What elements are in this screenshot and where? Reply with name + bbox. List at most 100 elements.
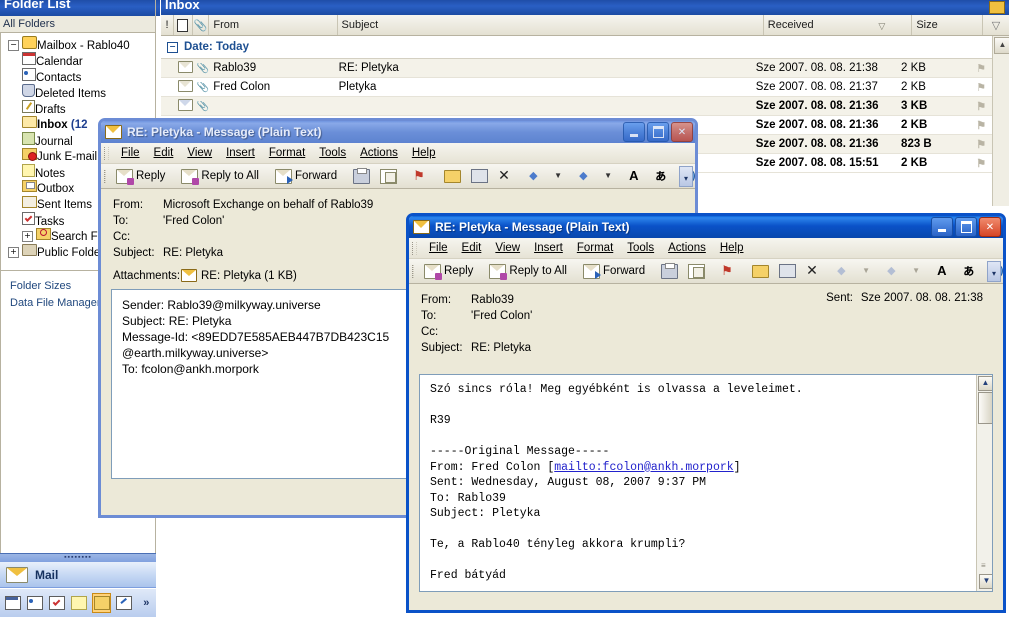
- menu-file[interactable]: File: [114, 144, 147, 162]
- flag-cell[interactable]: ⚑: [966, 81, 992, 94]
- tree-item-deleted-items[interactable]: Deleted Items: [0, 84, 155, 100]
- follow-up-button[interactable]: ⚑: [408, 166, 433, 186]
- attachment-column-header[interactable]: 📎: [193, 15, 210, 35]
- move-to-folder-button[interactable]: [747, 261, 774, 281]
- menu-insert[interactable]: Insert: [527, 239, 570, 257]
- scroll-down-button[interactable]: ▼: [979, 574, 992, 589]
- toolbar-overflow-button[interactable]: ▾: [679, 166, 693, 187]
- from-column-header[interactable]: From: [209, 15, 338, 35]
- menu-format[interactable]: Format: [570, 239, 620, 257]
- close-button[interactable]: ✕: [671, 122, 693, 142]
- calendar-module-button[interactable]: [3, 593, 22, 613]
- subject-column-header[interactable]: Subject: [338, 15, 764, 35]
- next-item-dropdown[interactable]: ▼: [907, 261, 932, 281]
- table-row[interactable]: 📎 Sze 2007. 08. 08. 21:36 3 KB ⚑: [161, 97, 992, 116]
- configure-buttons-button[interactable]: »: [137, 593, 156, 613]
- follow-up-button[interactable]: ⚑: [716, 261, 741, 281]
- delete-button[interactable]: ✕: [801, 261, 826, 281]
- move-to-folder-button[interactable]: [439, 166, 466, 186]
- previous-item-button[interactable]: ◆: [524, 166, 549, 186]
- font-size-button[interactable]: A: [932, 261, 957, 281]
- scroll-up-button[interactable]: ▲: [994, 37, 1009, 54]
- mail-module-button[interactable]: Mail: [0, 562, 156, 588]
- menu-edit[interactable]: Edit: [455, 239, 489, 257]
- expander-icon[interactable]: +: [8, 247, 19, 259]
- expander-icon[interactable]: +: [22, 231, 33, 243]
- expander-icon[interactable]: −: [8, 40, 19, 52]
- shortcuts-module-button[interactable]: [114, 593, 133, 613]
- toolbar-grip[interactable]: [412, 241, 417, 255]
- group-header-date-today[interactable]: − Date: Today: [161, 36, 992, 59]
- scroll-up-button[interactable]: ▲: [978, 376, 992, 391]
- flag-cell[interactable]: ⚑: [966, 157, 992, 170]
- tree-item-mailbox[interactable]: − Mailbox - Rablo40: [0, 36, 155, 52]
- menu-tools[interactable]: Tools: [620, 239, 661, 257]
- menu-help[interactable]: Help: [405, 144, 443, 162]
- toolbar-overflow-button[interactable]: ▾: [987, 261, 1001, 282]
- create-rule-button[interactable]: [774, 261, 801, 281]
- toolbar-grip[interactable]: [412, 264, 414, 278]
- reply-all-button[interactable]: Reply to All: [484, 261, 572, 281]
- menu-view[interactable]: View: [180, 144, 219, 162]
- flag-cell[interactable]: ⚑: [966, 119, 992, 132]
- group-collapse-icon[interactable]: −: [167, 41, 178, 53]
- table-row[interactable]: 📎 Rablo39 RE: Pletyka Sze 2007. 08. 08. …: [161, 59, 992, 78]
- phonetic-guide-button[interactable]: ぁ: [649, 166, 674, 186]
- minimize-button[interactable]: [623, 122, 645, 142]
- copy-button[interactable]: [375, 166, 402, 186]
- forward-button[interactable]: Forward: [578, 261, 650, 281]
- message-window-front[interactable]: RE: Pletyka - Message (Plain Text) ✕ Fil…: [406, 213, 1006, 613]
- previous-item-button[interactable]: ◆: [832, 261, 857, 281]
- flag-cell[interactable]: ⚑: [966, 138, 992, 151]
- menu-edit[interactable]: Edit: [147, 144, 181, 162]
- all-folders-bar[interactable]: All Folders: [0, 16, 155, 33]
- tree-item-contacts[interactable]: Contacts: [0, 68, 155, 84]
- message-body-scrollbar[interactable]: ▲ ≡ ▼: [976, 375, 992, 591]
- notes-module-button[interactable]: [70, 593, 89, 613]
- attachment-name[interactable]: RE: Pletyka (1 KB): [201, 270, 297, 282]
- icon-column-header[interactable]: [174, 15, 193, 35]
- delete-button[interactable]: ✕: [493, 166, 518, 186]
- toolbar-grip[interactable]: [104, 169, 106, 183]
- tree-item-drafts[interactable]: Drafts: [0, 100, 155, 116]
- message-list-scrollbar[interactable]: ▲: [992, 36, 1009, 206]
- previous-item-dropdown[interactable]: ▼: [857, 261, 882, 281]
- reply-button[interactable]: Reply: [419, 261, 478, 281]
- flag-cell[interactable]: ⚑: [966, 62, 992, 75]
- copy-button[interactable]: [683, 261, 710, 281]
- table-row[interactable]: 📎 Fred Colon Pletyka Sze 2007. 08. 08. 2…: [161, 78, 992, 97]
- menu-format[interactable]: Format: [262, 144, 312, 162]
- contacts-module-button[interactable]: [25, 593, 44, 613]
- menu-file[interactable]: File: [422, 239, 455, 257]
- title-bar[interactable]: RE: Pletyka - Message (Plain Text) ✕: [101, 121, 695, 143]
- menu-view[interactable]: View: [488, 239, 527, 257]
- folder-list-module-button[interactable]: [92, 593, 112, 613]
- scrollbar-thumb[interactable]: [978, 392, 992, 424]
- next-item-dropdown[interactable]: ▼: [599, 166, 624, 186]
- maximize-button[interactable]: [647, 122, 669, 142]
- menu-actions[interactable]: Actions: [353, 144, 405, 162]
- print-button[interactable]: [348, 166, 375, 186]
- size-column-header[interactable]: Size: [912, 15, 984, 35]
- reply-all-button[interactable]: Reply to All: [176, 166, 264, 186]
- flag-column-header[interactable]: ▽: [983, 15, 1009, 35]
- menu-help[interactable]: Help: [713, 239, 751, 257]
- importance-column-header[interactable]: !: [161, 15, 175, 35]
- title-bar[interactable]: RE: Pletyka - Message (Plain Text) ✕: [409, 216, 1003, 238]
- previous-item-dropdown[interactable]: ▼: [549, 166, 574, 186]
- reply-button[interactable]: Reply: [111, 166, 170, 186]
- next-item-button[interactable]: ◆: [882, 261, 907, 281]
- minimize-button[interactable]: [931, 217, 953, 237]
- mailto-link[interactable]: mailto:fcolon@ankh.morpork: [554, 461, 733, 474]
- menu-tools[interactable]: Tools: [312, 144, 353, 162]
- flag-cell[interactable]: ⚑: [966, 100, 992, 113]
- next-item-button[interactable]: ◆: [574, 166, 599, 186]
- print-button[interactable]: [656, 261, 683, 281]
- message-body-front[interactable]: Szó sincs róla! Meg egyébként is olvassa…: [419, 374, 993, 592]
- tree-item-calendar[interactable]: Calendar: [0, 52, 155, 68]
- close-button[interactable]: ✕: [979, 217, 1001, 237]
- menu-actions[interactable]: Actions: [661, 239, 713, 257]
- phonetic-guide-button[interactable]: ぁ: [957, 261, 982, 281]
- received-column-header[interactable]: Received ▽: [764, 15, 913, 35]
- tasks-module-button[interactable]: [48, 593, 67, 613]
